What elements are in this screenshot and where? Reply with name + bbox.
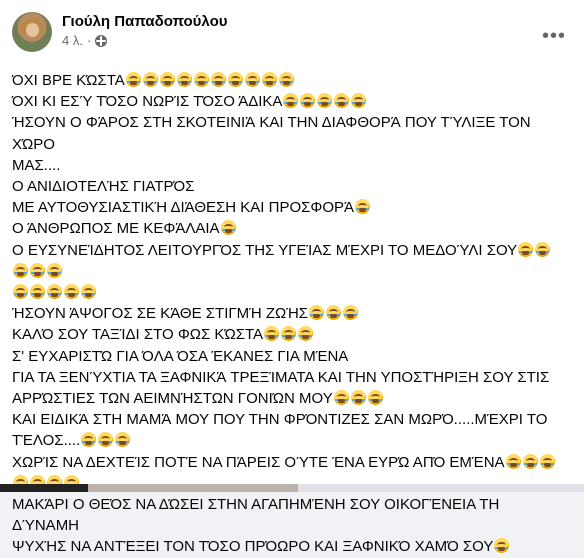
post-time[interactable]: 4 λ. bbox=[62, 33, 83, 48]
crying-face-icon bbox=[326, 305, 342, 321]
crying-face-icon bbox=[355, 199, 371, 215]
crying-face-icon bbox=[142, 72, 158, 87]
crying-face-icon bbox=[220, 220, 236, 236]
crying-face-icon bbox=[47, 262, 62, 278]
avatar[interactable] bbox=[12, 12, 52, 52]
preview-image-light bbox=[88, 484, 298, 492]
post-line: ΜΑΣ.... bbox=[12, 155, 560, 176]
post-line-text: ΜΑΣ.... bbox=[12, 156, 61, 174]
crying-face-icon bbox=[522, 453, 538, 469]
post-line: ΌΧΙ ΚΙ ΕΣΎ ΤΌΣΟ ΝΩΡΊΣ ΤΌΣΟ ΆΔΙΚΑ bbox=[12, 91, 560, 112]
post-line: Ο ΆΝΘΡΩΠΟΣ ΜΕ ΚΕΦΆΛΑΙΑ bbox=[12, 218, 560, 239]
crying-face-icon bbox=[343, 305, 359, 321]
crying-face-icon bbox=[494, 538, 510, 554]
crying-face-icon bbox=[115, 432, 131, 448]
post-meta: 4 λ. · bbox=[62, 33, 108, 48]
crying-face-icon bbox=[281, 326, 297, 342]
post-line-text: ΉΣΟΥΝ Ο ΦΆΡΟΣ ΣΤΗ ΣΚΟΤΕΙΝΙΆ ΚΑΙ ΤΗΝ ΔΙΑΦ… bbox=[12, 114, 531, 153]
crying-face-icon bbox=[98, 432, 114, 448]
post-line-text: ΚΑΙ ΕΙΔΙΚΆ ΣΤΗ ΜΑΜΆ ΜΟΥ ΠΟΥ ΤΗΝ ΦΡΌΝΤΙΖΕ… bbox=[12, 411, 548, 429]
crying-face-icon bbox=[351, 93, 367, 109]
crying-face-icon bbox=[81, 432, 97, 448]
post-line-text: ΜΑΚΆΡΙ Ο ΘΕΌΣ ΝΑ ΔΏΣΕΙ ΣΤΗΝ ΑΓΑΠΗΜΈΝΗ ΣΟ… bbox=[12, 496, 500, 535]
crying-face-icon bbox=[125, 72, 141, 87]
crying-face-icon bbox=[261, 72, 277, 87]
post-line: ΚΑΛΌ ΣΟΥ ΤΑΞΊΔΙ ΣΤΟ ΦΩΣ ΚΏΣΤΑ bbox=[12, 324, 560, 345]
post-line: ΑΡΡΏΣΤΙΕΣ ΤΩΝ ΑΕΙΜΝΉΣΤΩΝ ΓΟΝΙΏΝ ΜΟΥ bbox=[12, 388, 560, 409]
crying-face-icon bbox=[317, 93, 333, 109]
crying-face-icon bbox=[300, 93, 316, 109]
post-line: ΨΥΧΉΣ ΝΑ ΑΝΤΈΞΕΙ ΤΟΝ ΤΌΣΟ ΠΡΌΩΡΟ ΚΑΙ ΞΑΦ… bbox=[12, 536, 560, 557]
globe-icon bbox=[95, 34, 108, 47]
post-line-text: Σ' ΕΥΧΑΡΙΣΤΏ ΓΙΑ ΌΛΑ ΌΣΑ ΈΚΑΝΕΣ ΓΙΑ ΜΈΝΑ bbox=[12, 347, 349, 365]
crying-face-icon bbox=[334, 93, 350, 109]
crying-face-icon bbox=[283, 93, 299, 109]
crying-face-icon bbox=[30, 262, 45, 278]
post-line-text: ΌΧΙ ΚΙ ΕΣΎ ΤΌΣΟ ΝΩΡΊΣ ΤΌΣΟ ΆΔΙΚΑ bbox=[12, 93, 283, 111]
crying-face-icon bbox=[505, 453, 521, 469]
post-line: ΉΣΟΥΝ Ο ΦΆΡΟΣ ΣΤΗ ΣΚΟΤΕΙΝΙΆ ΚΑΙ ΤΗΝ ΔΙΑΦ… bbox=[12, 112, 560, 154]
post-line: ΓΙΑ ΤΑ ΞΕΝΎΧΤΙΑ ΤΑ ΞΑΦΝΙΚΆ ΤΡΕΞΊΜΑΤΑ ΚΑΙ… bbox=[12, 367, 560, 388]
post-line-text: ΚΑΛΌ ΣΟΥ ΤΑΞΊΔΙ ΣΤΟ ΦΩΣ ΚΏΣΤΑ bbox=[12, 326, 264, 344]
crying-face-icon bbox=[298, 326, 314, 342]
post-line-text: ΜΕ ΑΥΤΟΘΥΣΙΑΣΤΙΚΉ ΔΙΆΘΕΣΗ ΚΑΙ ΠΡΟΣΦΟΡΆ bbox=[12, 199, 355, 217]
post-line-text: ΉΣΟΥΝ ΆΨΟΓΟΣ ΣΕ ΚΆΘΕ ΣΤΙΓΜΉ ΖΩΉΣ bbox=[12, 305, 309, 323]
post-line-text: Ο ΆΝΘΡΩΠΟΣ ΜΕ ΚΕΦΆΛΑΙΑ bbox=[12, 220, 220, 238]
crying-face-icon bbox=[81, 284, 96, 300]
post-line-text: ΓΙΑ ΤΑ ΞΕΝΎΧΤΙΑ ΤΑ ΞΑΦΝΙΚΆ ΤΡΕΞΊΜΑΤΑ ΚΑΙ… bbox=[12, 368, 550, 386]
post-line: ΉΣΟΥΝ ΆΨΟΓΟΣ ΣΕ ΚΆΘΕ ΣΤΙΓΜΉ ΖΩΉΣ bbox=[12, 303, 560, 324]
crying-face-icon bbox=[278, 72, 294, 87]
crying-face-icon bbox=[13, 262, 28, 278]
crying-face-icon bbox=[367, 390, 383, 406]
post-header: Γιούλη Παπαδοπούλου 4 λ. · ••• bbox=[12, 12, 572, 60]
post-line-text: ΨΥΧΉΣ ΝΑ ΑΝΤΈΞΕΙ ΤΟΝ ΤΌΣΟ ΠΡΌΩΡΟ ΚΑΙ ΞΑΦ… bbox=[12, 538, 494, 556]
post-line: ΚΑΙ ΕΙΔΙΚΆ ΣΤΗ ΜΑΜΆ ΜΟΥ ΠΟΥ ΤΗΝ ΦΡΌΝΤΙΖΕ… bbox=[12, 409, 560, 430]
crying-face-icon bbox=[193, 72, 209, 87]
post-line: Ο ΑΝΙΔΙΟΤΕΛΉΣ ΓΙΑΤΡΌΣ bbox=[12, 176, 560, 197]
post-line: Σ' ΕΥΧΑΡΙΣΤΏ ΓΙΑ ΌΛΑ ΌΣΑ ΈΚΑΝΕΣ ΓΙΑ ΜΈΝΑ bbox=[12, 346, 560, 367]
crying-face-icon bbox=[47, 284, 62, 300]
crying-face-icon bbox=[227, 72, 243, 87]
crying-face-icon bbox=[264, 326, 280, 342]
crying-face-icon bbox=[244, 72, 260, 87]
post-line: ΌΧΙ ΒΡΕ ΚΏΣΤΑ bbox=[12, 70, 560, 91]
post-line-text: Ο ΑΝΙΔΙΟΤΕΛΉΣ ΓΙΑΤΡΌΣ bbox=[12, 178, 195, 196]
post-line-text: ΑΡΡΏΣΤΙΕΣ ΤΩΝ ΑΕΙΜΝΉΣΤΩΝ ΓΟΝΙΏΝ ΜΟΥ bbox=[12, 390, 333, 408]
avatar-face bbox=[26, 23, 39, 37]
crying-face-icon bbox=[309, 305, 325, 321]
crying-face-icon bbox=[535, 241, 551, 257]
post-line-text: ΤΈΛΟΣ.... bbox=[12, 432, 81, 450]
crying-face-icon bbox=[64, 284, 79, 300]
more-options-button[interactable]: ••• bbox=[536, 18, 572, 54]
post-line: ΜΕ ΑΥΤΟΘΥΣΙΑΣΤΙΚΉ ΔΙΆΘΕΣΗ ΚΑΙ ΠΡΟΣΦΟΡΆ bbox=[12, 197, 560, 218]
crying-face-icon bbox=[518, 241, 534, 257]
post-line: Ο ΕΥΣΥΝΕΊΔΗΤΟΣ ΛΕΙΤΟΥΡΓΌΣ ΤΗΣ ΥΓΕΊΑΣ ΜΈΧ… bbox=[12, 240, 560, 282]
post-line-text: Ο ΕΥΣΥΝΕΊΔΗΤΟΣ ΛΕΙΤΟΥΡΓΌΣ ΤΗΣ ΥΓΕΊΑΣ ΜΈΧ… bbox=[12, 241, 518, 259]
post-line: ΤΈΛΟΣ.... bbox=[12, 430, 560, 451]
crying-face-icon bbox=[539, 453, 555, 469]
preview-image-dark bbox=[0, 484, 88, 492]
author-name[interactable]: Γιούλη Παπαδοπούλου bbox=[62, 13, 227, 30]
crying-face-icon bbox=[210, 72, 226, 87]
crying-face-icon bbox=[176, 72, 192, 87]
separator-dot: · bbox=[86, 33, 92, 48]
post-line: ΜΑΚΆΡΙ Ο ΘΕΌΣ ΝΑ ΔΏΣΕΙ ΣΤΗΝ ΑΓΑΠΗΜΈΝΗ ΣΟ… bbox=[12, 494, 560, 536]
crying-face-icon bbox=[30, 284, 45, 300]
post-line-text: ΌΧΙ ΒΡΕ ΚΏΣΤΑ bbox=[12, 72, 125, 89]
crying-face-icon bbox=[159, 72, 175, 87]
next-post-preview bbox=[0, 484, 584, 492]
crying-face-icon bbox=[333, 390, 349, 406]
post-line bbox=[12, 282, 560, 303]
crying-face-icon bbox=[350, 390, 366, 406]
crying-face-icon bbox=[13, 284, 28, 300]
post-line-text: ΧΩΡΊΣ ΝΑ ΔΕΧΤΕΊΣ ΠΟΤΈ ΝΑ ΠΆΡΕΙΣ ΟΎΤΕ ΈΝΑ… bbox=[12, 453, 505, 471]
post-card: Γιούλη Παπαδοπούλου 4 λ. · ••• ΌΧΙ ΒΡΕ Κ… bbox=[0, 0, 584, 555]
